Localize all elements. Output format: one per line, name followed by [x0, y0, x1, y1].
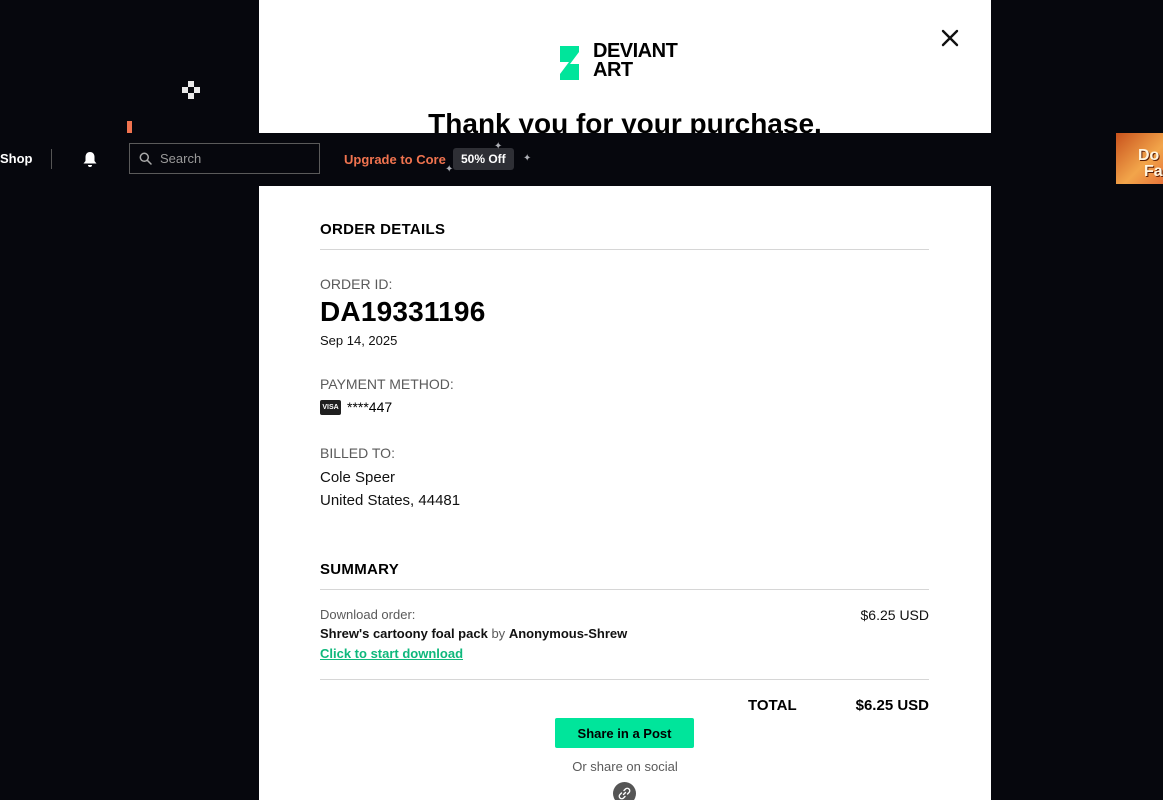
deviantart-logo-icon [560, 46, 579, 80]
or-share-text: Or share on social [572, 759, 678, 774]
item-name: Shrew's cartoony foal pack [320, 626, 488, 641]
order-id-label: ORDER ID: [320, 276, 393, 292]
purchase-modal: DEVIANT ART Thank you for your purchase.… [259, 0, 991, 800]
notifications-button[interactable] [81, 150, 99, 168]
order-date: Sep 14, 2025 [320, 333, 398, 348]
search-input[interactable] [158, 150, 312, 167]
payment-method-label: PAYMENT METHOD: [320, 376, 454, 392]
divider [320, 249, 929, 250]
by-text: by [491, 626, 506, 641]
deviantart-logo: DEVIANT ART [557, 41, 692, 82]
link-icon [618, 787, 631, 800]
discount-badge[interactable]: 50% Off [453, 148, 514, 170]
top-nav-bar: Shop Upgrade to Core 50% Off ✦ ✦ ✦ [0, 133, 991, 186]
close-button[interactable] [938, 26, 962, 50]
order-id: DA19331196 [320, 296, 486, 327]
sparkle-icon: ✦ [445, 164, 454, 175]
payment-method: VISA ****447 [320, 399, 392, 415]
search-icon [139, 152, 152, 165]
visa-card-icon: VISA [320, 399, 341, 415]
sparkle-icon: ✦ [494, 141, 503, 152]
close-icon [941, 29, 959, 47]
notification-mark [127, 121, 132, 133]
total-label: TOTAL [748, 697, 797, 714]
logo-line-2: ART [593, 59, 633, 81]
sparkle-icon: ✦ [523, 153, 532, 164]
total-value: $6.25 USD [855, 697, 929, 714]
billed-location: United States, 44481 [320, 492, 461, 509]
download-order-label: Download order: [320, 607, 416, 622]
dots-icon [182, 81, 200, 99]
billed-name: Cole Speer [320, 469, 396, 486]
ad-banner[interactable]: Do Fa [1116, 133, 1163, 184]
divider [320, 589, 929, 590]
item-price: $6.25 USD [860, 607, 929, 623]
billed-to-label: BILLED TO: [320, 445, 395, 461]
bell-icon [83, 152, 97, 167]
nav-divider [51, 149, 52, 169]
item-line: Shrew's cartoony foal pack by Anonymous-… [320, 626, 627, 641]
share-in-post-button[interactable]: Share in a Post [555, 718, 694, 748]
summary-heading: SUMMARY [320, 561, 400, 578]
item-author: Anonymous-Shrew [508, 626, 628, 641]
nav-shop[interactable]: Shop [0, 151, 33, 166]
search-box[interactable] [129, 143, 320, 174]
card-number: ****447 [347, 399, 393, 415]
ad-text-line-2: Fa [1144, 163, 1163, 180]
divider [320, 679, 929, 680]
start-download-link[interactable]: Click to start download [320, 646, 463, 661]
copy-link-button[interactable] [613, 782, 636, 800]
upgrade-to-core-link[interactable]: Upgrade to Core [344, 152, 446, 167]
order-details-heading: ORDER DETAILS [320, 221, 446, 238]
